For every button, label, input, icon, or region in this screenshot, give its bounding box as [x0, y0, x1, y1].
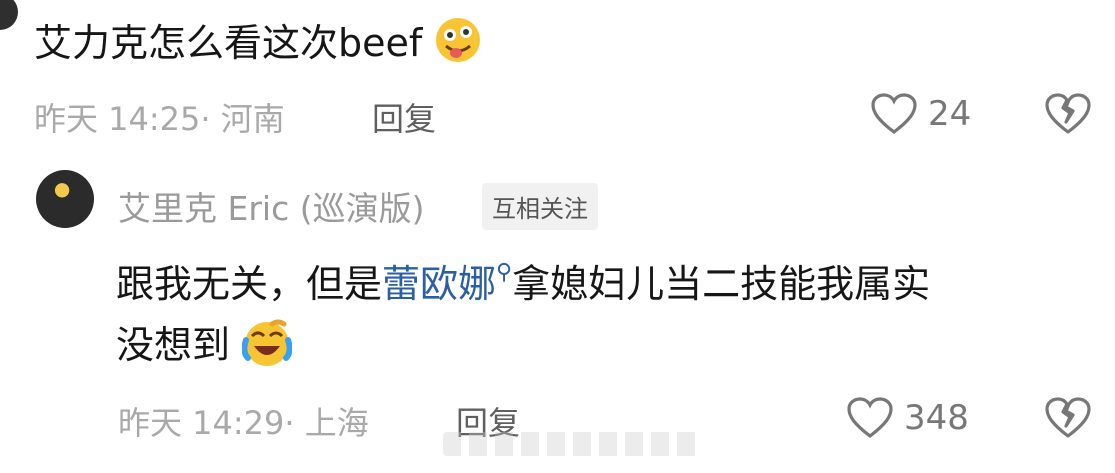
reply-username[interactable]: 艾里克 Eric (巡演版): [118, 182, 424, 230]
like-count: 348: [904, 398, 969, 438]
reply-text-line2: 没想到: [116, 318, 293, 380]
search-icon[interactable]: ⚲: [496, 260, 512, 285]
watermark: [443, 432, 703, 456]
tongue-out-emoji-icon: [434, 16, 482, 76]
reply-button[interactable]: 回复: [372, 94, 436, 140]
broken-heart-icon: [1044, 92, 1092, 136]
avatar-partial[interactable]: [0, 0, 18, 30]
reply-location: · 上海: [284, 404, 369, 442]
avatar[interactable]: [36, 170, 94, 228]
mention-link[interactable]: 蕾欧娜: [382, 262, 496, 306]
heart-icon: [870, 92, 918, 136]
comment-time: 昨天 14:25: [34, 100, 201, 138]
like-button[interactable]: 24: [870, 92, 971, 136]
mutual-follow-badge: 互相关注: [482, 183, 598, 230]
dislike-button[interactable]: [1044, 92, 1092, 136]
reply-time: 昨天 14:29: [118, 404, 285, 442]
comment-meta: 昨天 14:25· 河南: [34, 94, 285, 140]
reply-meta: 昨天 14:29· 上海: [118, 398, 369, 444]
reply-text-line1: 跟我无关，但是蕾欧娜⚲拿媳妇儿当二技能我属实: [116, 260, 931, 306]
broken-heart-icon: [1044, 396, 1092, 440]
like-count: 24: [928, 94, 972, 134]
comment-location: · 河南: [200, 100, 285, 138]
comment-text: 艾力克怎么看这次beef: [34, 16, 482, 76]
laughing-crying-emoji-icon: [241, 318, 293, 380]
dislike-button-2[interactable]: [1044, 396, 1092, 440]
like-button-2[interactable]: 348: [846, 396, 969, 440]
heart-icon: [846, 396, 894, 440]
